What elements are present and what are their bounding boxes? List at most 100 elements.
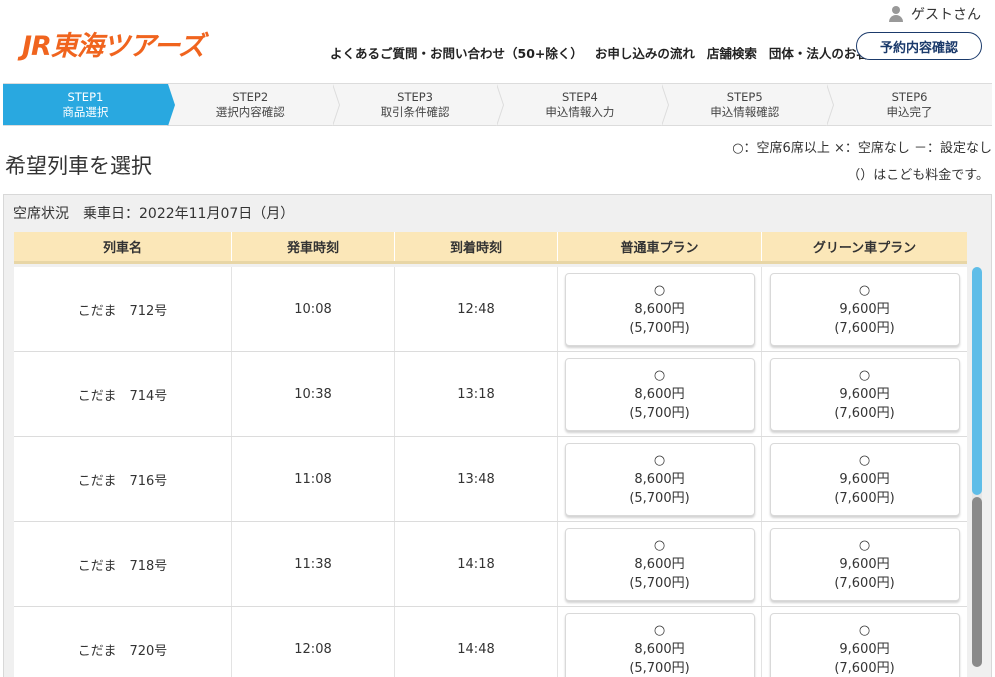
- nav-faq-link[interactable]: よくあるご質問・お問い合わせ（50+除く）: [330, 43, 583, 62]
- green-plan-select-button[interactable]: ○ 9,600円 (7,600円): [769, 357, 960, 431]
- green-plan-cell: ○ 9,600円 (7,600円): [762, 437, 967, 521]
- step-number: STEP6: [891, 89, 928, 104]
- step-label: 申込情報入力: [545, 104, 615, 119]
- availability-mark: ○: [653, 622, 666, 638]
- availability-mark: ○: [653, 537, 666, 553]
- normal-plan-select-button[interactable]: ○ 8,600円 (5,700円): [564, 612, 755, 677]
- child-price: (5,700円): [629, 320, 690, 336]
- page: JR東海ツアーズ ゲストさん よくあるご質問・お問い合わせ（50+除く） お申し…: [0, 0, 995, 677]
- arrival-time: 14:18: [395, 522, 558, 606]
- column-departure: 発車時刻: [232, 232, 395, 261]
- green-plan-cell: ○ 9,600円 (7,600円): [762, 607, 967, 677]
- arrival-time: 12:48: [395, 267, 558, 351]
- guest-user[interactable]: ゲストさん: [889, 4, 981, 24]
- availability-heading: 空席状況 乗車日：2022年11月07日（月）: [13, 206, 295, 222]
- availability-mark: ○: [653, 452, 666, 468]
- green-plan-select-button[interactable]: ○ 9,600円 (7,600円): [769, 612, 960, 677]
- adult-price: 8,600円: [634, 471, 685, 487]
- child-price: (7,600円): [834, 575, 895, 591]
- step-number: STEP5: [726, 89, 763, 104]
- availability-mark: ○: [653, 367, 666, 383]
- train-list[interactable]: こだま 712号 10:08 12:48 ○ 8,600円 (5,700円) ○…: [14, 267, 967, 677]
- adult-price: 8,600円: [634, 386, 685, 402]
- normal-plan-cell: ○ 8,600円 (5,700円): [558, 437, 762, 521]
- normal-plan-cell: ○ 8,600円 (5,700円): [558, 267, 762, 351]
- step-label: 申込情報確認: [710, 104, 780, 119]
- step-label: 取引条件確認: [380, 104, 450, 119]
- child-price: (7,600円): [834, 490, 895, 506]
- child-price: (5,700円): [629, 490, 690, 506]
- availability-legend: ○：空席6席以上 ×：空席なし －：設定なし: [732, 141, 992, 156]
- normal-plan-select-button[interactable]: ○ 8,600円 (5,700円): [564, 357, 755, 431]
- child-price-note: （）はこども料金です。: [847, 168, 989, 183]
- adult-price: 9,600円: [839, 641, 890, 657]
- step-5: STEP5 申込情報確認: [662, 84, 834, 126]
- availability-mark: ○: [858, 622, 871, 638]
- table-row: こだま 720号 12:08 14:48 ○ 8,600円 (5,700円) ○…: [14, 607, 967, 677]
- child-price: (5,700円): [629, 660, 690, 676]
- train-list-scrollbar[interactable]: [972, 267, 982, 667]
- normal-plan-select-button[interactable]: ○ 8,600円 (5,700円): [564, 272, 755, 346]
- scrollbar-track[interactable]: [972, 497, 982, 667]
- nav-store-search-link[interactable]: 店舗検索: [707, 43, 757, 62]
- availability-mark: ○: [858, 367, 871, 383]
- table-row: こだま 714号 10:38 13:18 ○ 8,600円 (5,700円) ○…: [14, 352, 967, 437]
- guest-label: ゲストさん: [911, 7, 981, 23]
- step-label: 申込完了: [886, 104, 933, 119]
- step-number: STEP3: [397, 89, 433, 104]
- adult-price: 9,600円: [839, 386, 890, 402]
- scrollbar-thumb[interactable]: [972, 267, 982, 495]
- step-label: 選択内容確認: [215, 104, 285, 119]
- step-number: STEP1: [67, 89, 104, 104]
- train-name: こだま 712号: [14, 267, 232, 351]
- column-green-plan: グリーン車プラン: [812, 241, 917, 256]
- step-3: STEP3 取引条件確認: [333, 84, 505, 126]
- nav-flow-link[interactable]: お申し込みの流れ: [595, 43, 695, 62]
- column-train-name: 列車名: [14, 232, 232, 261]
- table-header: 列車名 発車時刻 到着時刻 普通車プラン グリーン車プラン: [14, 232, 967, 264]
- child-price: (5,700円): [629, 405, 690, 421]
- normal-plan-select-button[interactable]: ○ 8,600円 (5,700円): [564, 527, 755, 601]
- child-price: (5,700円): [629, 575, 690, 591]
- arrival-time: 14:48: [395, 607, 558, 677]
- site-logo[interactable]: JR東海ツアーズ: [22, 24, 205, 63]
- normal-plan-select-button[interactable]: ○ 8,600円 (5,700円): [564, 442, 755, 516]
- reservation-confirm-button[interactable]: 予約内容確認: [856, 32, 982, 60]
- step-2: STEP2 選択内容確認: [168, 84, 340, 126]
- train-name: こだま 718号: [14, 522, 232, 606]
- normal-plan-cell: ○ 8,600円 (5,700円): [558, 352, 762, 436]
- table-row: こだま 718号 11:38 14:18 ○ 8,600円 (5,700円) ○…: [14, 522, 967, 607]
- green-plan-select-button[interactable]: ○ 9,600円 (7,600円): [769, 442, 960, 516]
- departure-time: 11:08: [232, 437, 395, 521]
- adult-price: 8,600円: [634, 301, 685, 317]
- step-4: STEP4 申込情報入力: [497, 84, 670, 126]
- availability-mark: ○: [858, 452, 871, 468]
- person-icon: [889, 6, 903, 22]
- green-plan-cell: ○ 9,600円 (7,600円): [762, 352, 967, 436]
- arrival-time: 13:18: [395, 352, 558, 436]
- green-plan-cell: ○ 9,600円 (7,600円): [762, 267, 967, 351]
- green-plan-select-button[interactable]: ○ 9,600円 (7,600円): [769, 527, 960, 601]
- child-price: (7,600円): [834, 405, 895, 421]
- normal-plan-cell: ○ 8,600円 (5,700円): [558, 522, 762, 606]
- green-plan-select-button[interactable]: ○ 9,600円 (7,600円): [769, 272, 960, 346]
- step-label: 商品選択: [62, 104, 109, 119]
- table-row: こだま 716号 11:08 13:48 ○ 8,600円 (5,700円) ○…: [14, 437, 967, 522]
- adult-price: 9,600円: [839, 301, 890, 317]
- availability-panel: 空席状況 乗車日：2022年11月07日（月） 列車名 発車時刻 到着時刻 普通…: [3, 194, 992, 677]
- adult-price: 8,600円: [634, 556, 685, 572]
- step-number: STEP4: [561, 89, 598, 104]
- green-plan-cell: ○ 9,600円 (7,600円): [762, 522, 967, 606]
- step-6: STEP6 申込完了: [827, 84, 992, 125]
- table-row: こだま 712号 10:08 12:48 ○ 8,600円 (5,700円) ○…: [14, 267, 967, 352]
- train-name: こだま 716号: [14, 437, 232, 521]
- train-name: こだま 714号: [14, 352, 232, 436]
- step-progress: STEP1 商品選択 STEP2 選択内容確認 STEP3 取引条件確認 STE…: [3, 83, 992, 126]
- train-name: こだま 720号: [14, 607, 232, 677]
- adult-price: 8,600円: [634, 641, 685, 657]
- step-number: STEP2: [232, 89, 269, 104]
- adult-price: 9,600円: [839, 471, 890, 487]
- top-nav: よくあるご質問・お問い合わせ（50+除く） お申し込みの流れ 店舗検索 団体・法…: [330, 43, 881, 62]
- child-price: (7,600円): [834, 320, 895, 336]
- departure-time: 10:38: [232, 352, 395, 436]
